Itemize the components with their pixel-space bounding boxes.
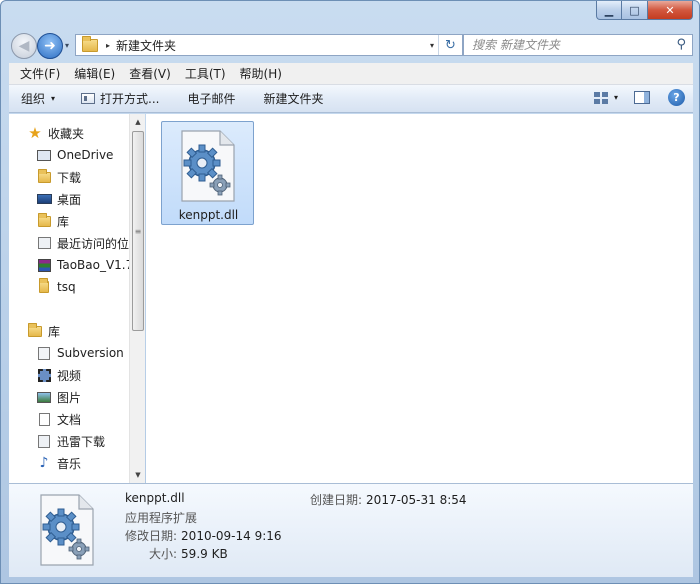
- created-value: 2017-05-31 8:54: [366, 493, 467, 507]
- created-label: 创建日期:: [310, 493, 363, 507]
- minimize-button[interactable]: ▁: [596, 1, 622, 20]
- star-icon: ★: [28, 124, 42, 142]
- navigation-row: ◀ ➜ ▾ ▸ 新建文件夹 ▾ ↻ ⚲: [9, 31, 693, 59]
- search-box: ⚲: [463, 34, 693, 56]
- organize-button[interactable]: 组织 ▾: [9, 90, 65, 107]
- libraries-icon: [27, 322, 43, 338]
- folder-icon: [82, 35, 98, 52]
- menu-edit[interactable]: 编辑(E): [67, 63, 122, 84]
- folder-icon: [36, 278, 52, 294]
- nav-item-label: 视频: [57, 368, 82, 383]
- downloads-folder-icon: [36, 168, 52, 184]
- details-file-name: kenppt.dll: [125, 491, 185, 505]
- search-icon[interactable]: ⚲: [676, 37, 686, 52]
- onedrive-icon: [36, 148, 52, 162]
- chevron-down-icon: ▾: [51, 94, 56, 103]
- recent-places-icon: [36, 236, 52, 250]
- back-button[interactable]: ◀: [11, 33, 37, 59]
- scroll-thumb[interactable]: ≡: [132, 131, 144, 331]
- library-folder-icon: [36, 212, 52, 228]
- search-input[interactable]: [464, 35, 664, 55]
- forward-arrow-icon: ➜: [44, 38, 56, 54]
- open-with-icon: [81, 93, 96, 104]
- scroll-grip-icon: ≡: [134, 226, 142, 236]
- pictures-library-icon: [36, 390, 52, 404]
- new-folder-button[interactable]: 新建文件夹: [246, 90, 334, 107]
- address-bar[interactable]: ▸ 新建文件夹 ▾ ↻: [75, 34, 463, 56]
- modified-label: 修改日期:: [125, 529, 178, 543]
- organize-label: 组织: [21, 92, 46, 106]
- explorer-window: ▁ □ ✕ ◀ ➜ ▾ ▸ 新建文件夹 ▾ ↻ ⚲ 文件(F) 编辑(E) 查看…: [0, 0, 700, 584]
- menu-view[interactable]: 查看(V): [122, 63, 178, 84]
- details-size: 大小: 59.9 KB: [149, 545, 228, 562]
- breadcrumb-separator-icon[interactable]: ▸: [106, 41, 110, 50]
- address-dropdown[interactable]: ▾: [430, 41, 434, 50]
- email-button[interactable]: 电子邮件: [169, 90, 245, 107]
- file-name: kenppt.dll: [178, 208, 239, 222]
- scroll-up-arrow-icon[interactable]: ▲: [130, 114, 146, 130]
- nav-item-label: 音乐: [57, 456, 82, 471]
- nav-item-label: 下载: [57, 170, 82, 185]
- help-icon[interactable]: ?: [668, 89, 685, 106]
- dll-gear-icon: [181, 130, 235, 202]
- menu-tools[interactable]: 工具(T): [178, 63, 233, 84]
- documents-library-icon: [36, 412, 52, 426]
- details-modified: 修改日期: 2010-09-14 9:16: [125, 527, 282, 544]
- nav-item-label: TaoBao_V1.7: [57, 258, 134, 272]
- menu-bar: 文件(F) 编辑(E) 查看(V) 工具(T) 帮助(H): [9, 63, 693, 85]
- scroll-down-arrow-icon[interactable]: ▼: [130, 467, 146, 483]
- caption-buttons: ▁ □ ✕: [596, 1, 693, 21]
- nav-favorites-label: 收藏夹: [48, 126, 85, 141]
- details-file-type: 应用程序扩展: [125, 511, 198, 525]
- view-options-dropdown[interactable]: ▾: [614, 93, 618, 102]
- navigation-pane: ★ 收藏夹 OneDrive 下载 桌面 库 最近访问的位置 TaoBao_V1…: [9, 114, 145, 483]
- file-item[interactable]: kenppt.dll: [161, 121, 254, 225]
- nav-item-label: OneDrive: [57, 148, 114, 162]
- size-label: 大小:: [149, 547, 178, 561]
- nav-scrollbar[interactable]: ▲ ≡ ▼: [129, 114, 145, 483]
- details-created: 创建日期: 2017-05-31 8:54: [310, 491, 467, 508]
- desktop-icon: [36, 192, 52, 206]
- command-bar: 组织 ▾ 打开方式... 电子邮件 新建文件夹 ▾ ?: [9, 85, 693, 113]
- forward-button[interactable]: ➜: [37, 33, 63, 59]
- nav-item-label: tsq: [57, 280, 76, 294]
- nav-item-label: 桌面: [57, 192, 82, 207]
- view-controls: ▾ ?: [593, 89, 685, 106]
- nav-item-label: 文档: [57, 412, 82, 427]
- nav-item-label: 图片: [57, 390, 82, 405]
- nav-libraries-label: 库: [48, 324, 61, 339]
- open-with-label: 打开方式...: [100, 92, 160, 106]
- new-folder-label: 新建文件夹: [263, 92, 324, 106]
- winrar-archive-icon: [36, 258, 52, 272]
- dll-gear-icon: [40, 494, 94, 566]
- thunder-library-icon: [36, 434, 52, 448]
- file-list: kenppt.dll: [146, 114, 693, 483]
- change-view-icon[interactable]: [593, 91, 608, 104]
- nav-item-label: Subversion: [57, 346, 124, 360]
- back-arrow-icon: ◀: [18, 38, 30, 54]
- size-value: 59.9 KB: [181, 547, 228, 561]
- subversion-library-icon: [36, 346, 52, 360]
- details-pane: kenppt.dll 应用程序扩展 修改日期: 2010-09-14 9:16 大…: [9, 483, 693, 577]
- recent-pages-dropdown[interactable]: ▾: [65, 41, 69, 50]
- modified-value: 2010-09-14 9:16: [181, 529, 282, 543]
- nav-item-label: 库: [57, 214, 70, 229]
- video-library-icon: [36, 368, 52, 382]
- music-note-icon: ♪: [39, 455, 49, 471]
- nav-item-label: 迅雷下载: [57, 434, 106, 449]
- maximize-button[interactable]: □: [622, 1, 648, 20]
- preview-pane-icon[interactable]: [634, 91, 650, 104]
- email-label: 电子邮件: [187, 92, 236, 106]
- open-with-button[interactable]: 打开方式...: [65, 90, 169, 107]
- menu-help[interactable]: 帮助(H): [233, 63, 289, 84]
- close-button[interactable]: ✕: [648, 1, 693, 20]
- breadcrumb-current[interactable]: 新建文件夹: [116, 37, 176, 54]
- menu-file[interactable]: 文件(F): [13, 63, 67, 84]
- refresh-icon[interactable]: ↻: [438, 35, 462, 55]
